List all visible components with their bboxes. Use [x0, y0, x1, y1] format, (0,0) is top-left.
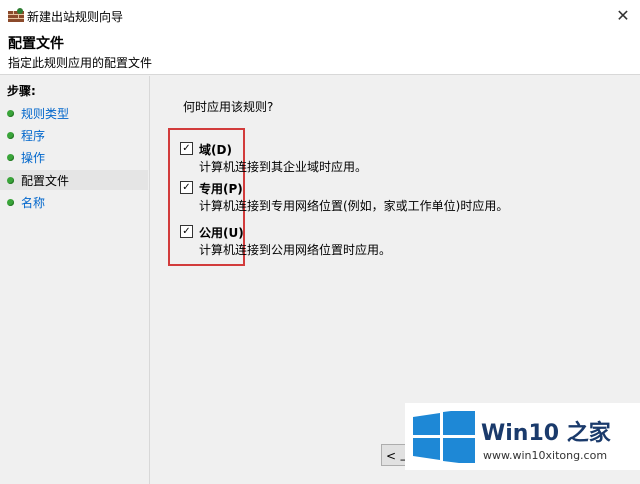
- step-action[interactable]: 操作: [0, 147, 148, 167]
- option-description: 计算机连接到其企业域时应用。: [199, 160, 368, 174]
- step-bullet-icon: [7, 131, 14, 139]
- page-header: 配置文件 指定此规则应用的配置文件: [0, 30, 640, 75]
- window-title: 新建出站规则向导: [27, 10, 124, 24]
- step-name[interactable]: 名称: [0, 192, 148, 212]
- close-button[interactable]: ✕: [606, 0, 640, 30]
- steps-panel: 步骤: 规则类型 程序 操作 配置文件 名称: [0, 76, 148, 484]
- option-label: 域(D): [199, 143, 232, 157]
- title-bar: 新建出站规则向导 ✕: [0, 0, 640, 30]
- step-bullet-icon: [7, 198, 14, 206]
- close-icon: ✕: [616, 5, 630, 25]
- step-bullet-icon: [7, 153, 14, 161]
- step-profile[interactable]: 配置文件: [0, 170, 148, 190]
- windows-logo-icon: [413, 411, 475, 463]
- wizard-window: 新建出站规则向导 ✕ 配置文件 指定此规则应用的配置文件 步骤: 规则类型 程序…: [0, 0, 640, 484]
- step-label: 配置文件: [21, 173, 70, 188]
- watermark-url: www.win10xitong.com: [483, 449, 608, 462]
- public-checkbox[interactable]: ✓: [180, 225, 193, 238]
- step-label: 程序: [21, 128, 46, 143]
- step-bullet-icon: [7, 176, 14, 184]
- option-description: 计算机连接到公用网络位置时应用。: [199, 243, 392, 257]
- page-title: 配置文件: [8, 36, 64, 52]
- step-label: 操作: [21, 150, 46, 165]
- option-label: 专用(P): [199, 182, 243, 196]
- domain-checkbox[interactable]: ✓: [180, 142, 193, 155]
- step-label: 规则类型: [21, 106, 70, 121]
- step-bullet-icon: [7, 109, 14, 117]
- option-label: 公用(U): [199, 226, 244, 240]
- step-program[interactable]: 程序: [0, 125, 148, 145]
- watermark-brand: Win10 之家: [481, 421, 611, 446]
- watermark: Win10 之家 www.win10xitong.com: [405, 403, 640, 470]
- question-text: 何时应用该规则?: [183, 100, 274, 114]
- step-label: 名称: [21, 195, 46, 210]
- firewall-wall-icon: [8, 8, 24, 22]
- page-subtitle: 指定此规则应用的配置文件: [8, 56, 153, 70]
- private-checkbox[interactable]: ✓: [180, 181, 193, 194]
- steps-title: 步骤:: [7, 84, 36, 98]
- option-description: 计算机连接到专用网络位置(例如，家或工作单位)时应用。: [199, 199, 509, 213]
- step-rule-type[interactable]: 规则类型: [0, 103, 148, 123]
